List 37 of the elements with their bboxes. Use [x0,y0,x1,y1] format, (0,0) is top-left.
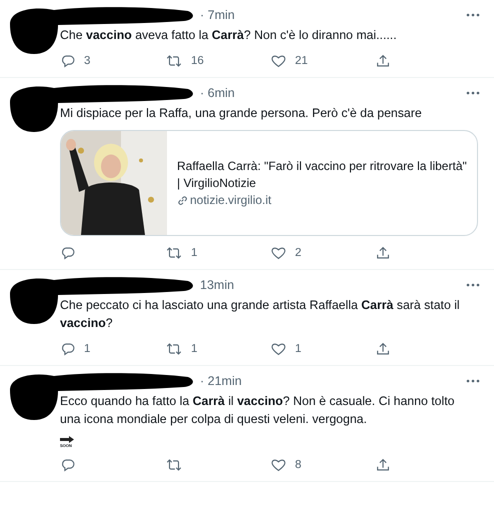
share-icon[interactable] [375,341,391,357]
action-count: 2 [295,247,302,259]
action-count: 3 [84,55,90,67]
reply-icon[interactable] [60,457,76,473]
like-icon[interactable] [270,245,287,261]
tweet-time[interactable]: · 7min [200,8,235,22]
share-icon[interactable] [375,53,391,69]
action-count: 1 [84,343,90,355]
action-count: 1 [191,247,198,259]
action-count: 21 [295,55,308,67]
reply-icon[interactable] [60,341,76,357]
tweet-text: Che vaccino aveva fatto la Carrà? Non c'è lo diranno mai...... [60,27,398,44]
action-count: 8 [295,459,302,471]
retweet-icon[interactable] [165,53,183,69]
tweet-time[interactable]: · 6min [200,86,235,100]
reply-icon[interactable] [60,53,76,69]
link-card[interactable]: Raffaella Carrà: "Farò il vaccino per ritrovare la libertà" | VirgilioNotizie notizie.virgilio.it [60,130,478,236]
reply-icon[interactable] [60,245,76,261]
action-count: 1 [191,343,198,355]
share-icon[interactable] [375,245,391,261]
tweet-text: Ecco quando ha fatto la Carrà il vaccino? Non è casuale. Ci hanno tolto una icona mondiale per colpa di questi veleni. vergogna. [60,393,456,428]
like-icon[interactable] [270,53,287,69]
tweet-text: Mi dispiace per la Raffa, una grande persona. Però c'è da pensare [60,105,423,122]
card-domain: notizie.virgilio.it [190,192,272,208]
tweet-text: Che peccato ci ha lasciato una grande artista Raffaella Carrà sarà stato il vaccino? [60,297,461,332]
retweet-icon[interactable] [165,341,183,357]
share-icon[interactable] [375,457,391,473]
link-icon [177,194,188,206]
tweet-time[interactable]: · 21min [200,374,242,388]
tweet-time[interactable]: 13min [200,278,234,292]
action-count: 1 [295,343,302,355]
action-count: 16 [191,55,204,67]
card-title: Raffaella Carrà: "Farò il vaccino per ritrovare la libertà" | VirgilioNotizie [177,158,467,192]
like-icon[interactable] [270,457,287,473]
retweet-icon[interactable] [165,457,183,473]
like-icon[interactable] [270,341,287,357]
retweet-icon[interactable] [165,245,183,261]
